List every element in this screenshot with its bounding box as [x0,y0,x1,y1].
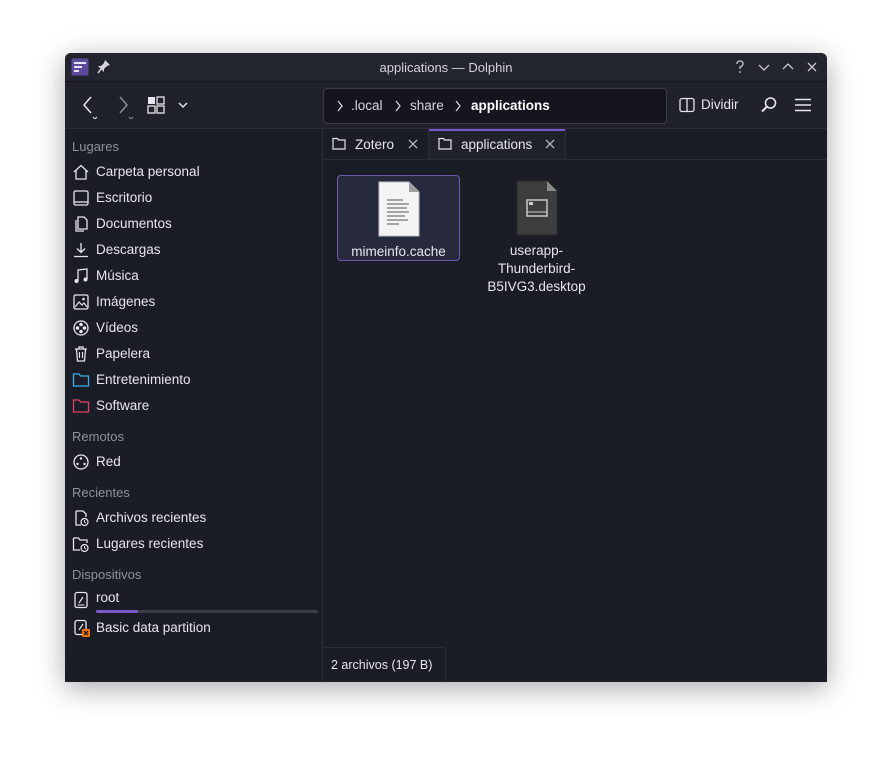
place-label: Carpeta personal [96,164,200,179]
close-window-icon[interactable] [803,58,821,76]
place-entretenimiento[interactable]: Entretenimiento [65,368,321,392]
title-bar[interactable]: applications — Dolphin [65,53,827,82]
help-icon[interactable] [731,58,749,76]
place-desktop[interactable]: Escritorio [65,186,321,210]
videos-icon [73,320,89,336]
tab-label: applications [461,137,533,152]
close-tab-icon[interactable] [544,138,556,150]
recent-places-icon [72,537,89,553]
file-item-thunderbird-desktop[interactable]: userapp- Thunderbird- B5IVG3.desktop [476,175,597,299]
device-basic-data-partition[interactable]: Basic data partition [65,616,321,640]
minimize-icon[interactable] [755,58,773,76]
file-item-mimeinfo[interactable]: mimeinfo.cache [337,175,460,261]
forward-button[interactable] [115,93,137,119]
place-recent-files[interactable]: Archivos recientes [65,506,321,530]
drive-icon [74,591,88,609]
music-icon [74,268,88,283]
maximize-icon[interactable] [779,58,797,76]
recent-files-icon [75,510,89,527]
place-software[interactable]: Software [65,394,321,418]
disk-usage-bar [96,610,318,613]
place-recent-places[interactable]: Lugares recientes [65,532,321,556]
home-icon [73,164,89,180]
breadcrumb-chevron-icon[interactable] [394,100,402,112]
place-music[interactable]: Música [65,264,321,288]
location-bar[interactable]: .local share applications [323,88,667,124]
text-file-icon [378,181,420,237]
folder-icon [332,137,346,150]
folder-blue-icon [72,373,90,387]
toolbar: .local share applications Dividir [65,82,827,129]
split-view-label: Dividir [701,97,739,112]
network-icon [73,454,89,470]
place-label: Papelera [96,346,151,361]
desktop-file-icon [516,180,558,236]
breadcrumb-applications[interactable]: applications [471,98,550,113]
split-view-icon [679,97,695,113]
status-bar: 2 archivos (197 B) [323,647,446,682]
section-places: Lugares [72,139,119,154]
view-mode-icon[interactable] [147,96,165,114]
places-panel: Lugares Carpeta personal Escritorio Docu… [65,129,323,682]
place-trash[interactable]: Papelera [65,342,321,366]
place-label: Red [96,454,121,469]
folder-icon [438,137,452,150]
section-devices: Dispositivos [72,567,142,582]
breadcrumb-root-chevron-icon[interactable] [336,100,344,112]
downloads-icon [74,243,88,258]
place-label: Lugares recientes [96,536,204,551]
breadcrumb-local[interactable]: .local [351,98,383,113]
split-view-button[interactable]: Dividir [677,92,747,118]
trash-icon [75,346,87,362]
status-text: 2 archivos (197 B) [331,658,433,672]
device-root[interactable]: root [65,588,321,616]
file-name-line-2: Thunderbird- [497,261,576,276]
place-label: Entretenimiento [96,372,191,387]
disk-usage-fill [96,610,139,613]
back-button[interactable] [79,93,101,119]
place-videos[interactable]: Vídeos [65,316,321,340]
folder-red-icon [72,399,90,413]
section-recent: Recientes [72,485,130,500]
place-label: Descargas [96,242,161,257]
breadcrumb-share[interactable]: share [410,98,444,113]
file-name-line-3: B5IVG3.desktop [487,279,586,294]
dolphin-window: applications — Dolphin .local share appl… [65,53,827,682]
place-documents[interactable]: Documentos [65,212,321,236]
place-label: Imágenes [96,294,156,309]
window-title: applications — Dolphin [379,60,513,75]
place-label: Escritorio [96,190,153,205]
desktop-icon [73,190,89,206]
place-label: Música [96,268,139,283]
search-icon[interactable] [760,96,778,114]
place-label: Vídeos [96,320,139,335]
pictures-icon [73,294,89,310]
view-mode-dropdown-icon[interactable] [177,99,189,111]
tab-applications[interactable]: applications [428,129,566,159]
active-tab-indicator [429,129,565,131]
documents-icon [75,216,88,232]
place-pictures[interactable]: Imágenes [65,290,321,314]
hamburger-menu-icon[interactable] [794,96,812,114]
close-tab-icon[interactable] [407,138,419,150]
drive-warning-icon [74,619,90,637]
breadcrumb-chevron-icon[interactable] [454,100,462,112]
tab-zotero[interactable]: Zotero [323,129,427,159]
place-label: Archivos recientes [96,510,207,525]
file-view[interactable]: mimeinfo.cache userapp- Thunderbird- B5I… [323,160,827,682]
file-name-line-1: userapp- [509,243,564,258]
section-remote: Remotos [72,429,125,444]
place-label: Documentos [96,216,172,231]
place-label: Software [96,398,150,413]
place-home[interactable]: Carpeta personal [65,160,321,184]
tab-label: Zotero [355,137,395,152]
place-label: Basic data partition [96,620,211,635]
place-label: root [96,590,120,605]
place-downloads[interactable]: Descargas [65,238,321,262]
place-network[interactable]: Red [65,450,321,474]
tab-bar: Zotero applications [323,129,827,160]
file-name: mimeinfo.cache [351,244,446,259]
